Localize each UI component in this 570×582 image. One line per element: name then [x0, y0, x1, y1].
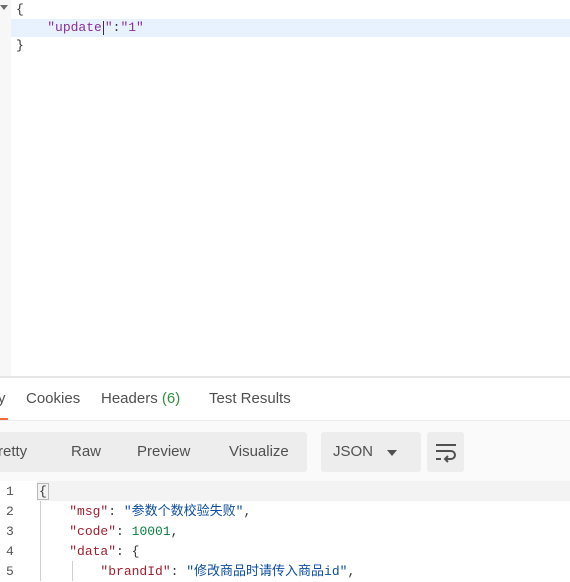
line-number: 4 [6, 544, 14, 559]
request-key: "update [47, 20, 102, 35]
json-value-brandid: "修改商品时请传入商品id" [186, 564, 348, 579]
response-line-2: "msg": "参数个数校验失败", [69, 504, 252, 519]
request-key-close: " [104, 20, 113, 35]
request-line-1: { [16, 1, 24, 19]
active-tab-underline [0, 418, 8, 420]
active-line-highlight [37, 481, 570, 501]
wrap-lines-icon [436, 444, 456, 463]
response-line-3: "code": 10001, [69, 524, 179, 539]
headers-count-badge: (6) [161, 390, 181, 407]
json-data-open-brace: { [131, 544, 140, 559]
text-cursor [102, 20, 104, 35]
open-brace-match: { [37, 483, 49, 500]
format-select-value: JSON [333, 443, 374, 460]
fold-caret-icon[interactable] [0, 5, 8, 10]
json-key-code: "code" [69, 524, 117, 539]
view-mode-group: Pretty Raw Preview Visualize [0, 432, 307, 472]
tab-headers-label: Headers [101, 390, 158, 407]
visualize-button[interactable]: Visualize [229, 432, 289, 472]
json-key-brandid: "brandId" [100, 564, 171, 579]
request-value: "1" [120, 20, 144, 35]
tab-cookies[interactable]: Cookies [26, 390, 80, 407]
json-key-data: "data" [69, 544, 117, 559]
response-line-5: "brandId": "修改商品时请传入商品id", [100, 564, 356, 579]
tab-test-results[interactable]: Test Results [209, 390, 291, 407]
request-editor-gutter [0, 0, 11, 376]
request-close-brace: } [16, 38, 24, 53]
request-line-3: } [16, 37, 24, 55]
raw-button[interactable]: Raw [71, 432, 101, 472]
wrap-lines-button[interactable] [427, 432, 464, 472]
chevron-down-icon [387, 450, 397, 456]
tab-body-partial[interactable]: y [0, 390, 6, 407]
json-value-code: 10001 [131, 524, 171, 539]
response-tabs: y Cookies Headers (6) Test Results [0, 378, 570, 421]
response-view-toolbar: Pretty Raw Preview Visualize JSON [0, 421, 570, 481]
format-select[interactable]: JSON [321, 432, 421, 472]
response-line-1: { [37, 482, 49, 502]
response-line-4: "data": { [69, 544, 140, 559]
line-number: 1 [6, 484, 14, 499]
line-number: 3 [6, 524, 14, 539]
line-number: 2 [6, 504, 14, 519]
response-body-editor[interactable]: 1 2 3 4 5 { "msg": "参数个数校验失败", "code": 1… [0, 481, 570, 581]
preview-button[interactable]: Preview [137, 432, 190, 472]
request-body-editor[interactable]: { "update ":"1" } [0, 0, 570, 376]
tab-headers[interactable]: Headers (6) [101, 390, 180, 407]
json-value-msg: "参数个数校验失败" [123, 504, 244, 519]
json-key-msg: "msg" [69, 504, 109, 519]
request-open-brace: { [16, 2, 24, 17]
line-number: 5 [6, 564, 14, 579]
request-line-2: "update ":"1" [16, 19, 144, 37]
pretty-button[interactable]: Pretty [0, 432, 46, 472]
